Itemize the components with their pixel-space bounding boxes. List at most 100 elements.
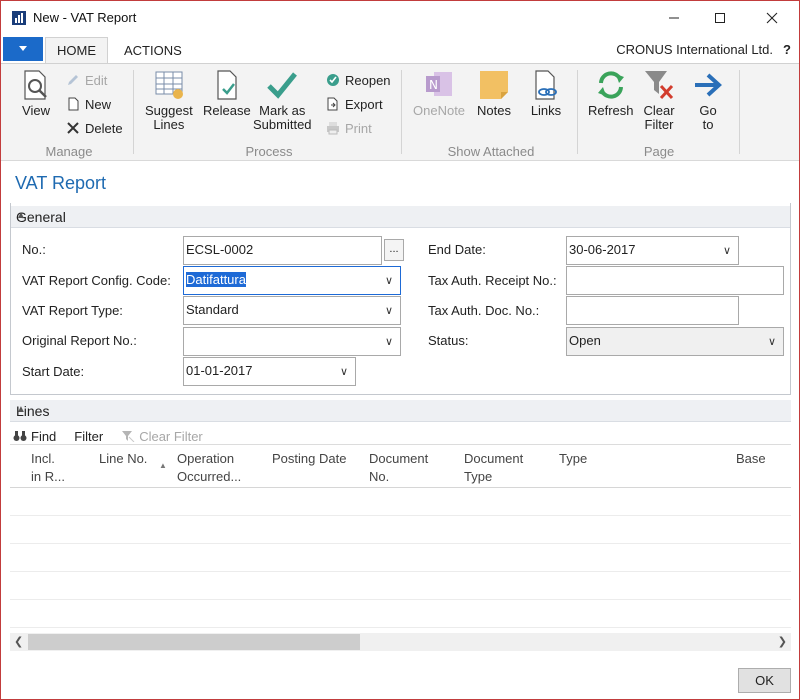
grid-separator	[10, 543, 791, 544]
export-button[interactable]: Export	[325, 94, 383, 114]
reopen-icon	[327, 74, 339, 86]
end-date-value: 30-06-2017	[569, 242, 636, 257]
no-value: ECSL-0002	[186, 242, 254, 257]
minimize-button[interactable]	[651, 1, 697, 35]
arrow-right-icon	[695, 73, 722, 97]
find-button[interactable]: Find	[13, 429, 56, 444]
tax-auth-doc-field[interactable]	[566, 296, 739, 325]
lines-toolbar: Find Filter Clear Filter	[13, 427, 221, 445]
column-header-incl[interactable]: Incl. in R...	[31, 450, 65, 486]
reopen-button[interactable]: Reopen	[325, 70, 391, 90]
status-field[interactable]: Open ∨	[566, 327, 784, 356]
scroll-right-icon[interactable]: ❯	[778, 635, 787, 648]
suggest-lines-label: Suggest Lines	[145, 103, 193, 132]
window-title: New - VAT Report	[33, 10, 137, 25]
pencil-icon	[68, 75, 78, 85]
onenote-label: OneNote	[413, 103, 466, 118]
notes-label: Notes	[477, 103, 511, 118]
chevron-down-icon[interactable]: ∨	[385, 335, 393, 348]
clear-filter-icon	[645, 71, 674, 100]
scrollbar-thumb[interactable]	[28, 634, 360, 650]
chevron-down-icon[interactable]: ∨	[385, 304, 393, 317]
clear-filter-lines-button[interactable]: Clear Filter	[121, 429, 203, 444]
release-label: Release	[203, 103, 251, 118]
no-field[interactable]: ECSL-0002	[183, 236, 382, 265]
ok-button[interactable]: OK	[738, 668, 791, 693]
horizontal-scrollbar[interactable]: ❮ ❯	[10, 633, 791, 651]
application-menu-button[interactable]	[3, 37, 43, 61]
config-code-label: VAT Report Config. Code:	[22, 273, 171, 288]
go-to-button[interactable]: Go to	[691, 68, 725, 132]
links-button[interactable]: Links	[529, 68, 563, 118]
company-name: CRONUS International Ltd.	[616, 42, 773, 57]
tab-actions[interactable]: ACTIONS	[113, 37, 193, 63]
column-header-base[interactable]: Base	[736, 450, 766, 468]
delete-x-icon	[67, 122, 79, 134]
caret-down-icon	[19, 46, 27, 51]
ribbon-tab-strip: HOME ACTIONS CRONUS International Ltd. ?	[1, 37, 799, 63]
release-icon	[217, 70, 237, 100]
column-header-document-no[interactable]: Document No.	[369, 450, 428, 486]
edit-button[interactable]: Edit	[65, 70, 107, 90]
sticky-note-icon	[480, 71, 508, 99]
original-report-field[interactable]: ∨	[183, 327, 401, 356]
scroll-left-icon[interactable]: ❮	[14, 635, 23, 648]
chevron-down-icon[interactable]: ∨	[340, 365, 348, 378]
links-label: Links	[530, 103, 562, 118]
refresh-button[interactable]: Refresh	[588, 68, 634, 118]
mark-as-submitted-label: Mark as Submitted	[253, 103, 312, 132]
report-type-field[interactable]: Standard ∨	[183, 296, 401, 325]
tax-auth-receipt-field[interactable]	[566, 266, 784, 295]
config-code-value: Datifattura	[186, 272, 246, 287]
group-label-process: Process	[245, 144, 293, 159]
release-button[interactable]: Release	[203, 68, 251, 118]
notes-button[interactable]: Notes	[477, 68, 511, 118]
suggest-lines-button[interactable]: Suggest Lines	[145, 68, 193, 132]
view-icon	[24, 70, 47, 100]
svg-text:N: N	[429, 78, 438, 92]
new-label: New	[85, 96, 112, 112]
group-label-show-attached: Show Attached	[447, 144, 535, 159]
group-separator	[739, 70, 740, 154]
filter-button[interactable]: Filter	[74, 429, 103, 444]
end-date-field[interactable]: 30-06-2017 ∨	[566, 236, 739, 265]
chevron-down-icon[interactable]: ∨	[385, 274, 393, 287]
delete-button[interactable]: Delete	[65, 118, 123, 138]
print-button[interactable]: Print	[325, 118, 372, 138]
start-date-field[interactable]: 01-01-2017 ∨	[183, 357, 356, 386]
chevron-down-icon[interactable]: ∨	[768, 335, 776, 348]
group-label-page: Page	[643, 144, 675, 159]
column-header-document-type[interactable]: Document Type	[464, 450, 523, 486]
group-separator	[401, 70, 402, 154]
onenote-icon: N	[426, 72, 453, 96]
new-button[interactable]: New	[65, 94, 111, 114]
close-icon	[766, 12, 778, 24]
reopen-label: Reopen	[345, 72, 391, 88]
help-icon[interactable]: ?	[783, 42, 791, 57]
page-title: VAT Report	[15, 173, 107, 193]
maximize-button[interactable]	[697, 1, 743, 35]
clear-filter-label: Clear Filter	[643, 103, 675, 132]
lines-section-header[interactable]: Lines ▲	[10, 400, 791, 422]
chevron-down-icon[interactable]: ∨	[723, 244, 731, 257]
collapse-icon[interactable]: ▲	[16, 404, 783, 415]
onenote-button[interactable]: N OneNote	[413, 68, 465, 118]
tab-home[interactable]: HOME	[45, 37, 108, 63]
link-document-icon	[535, 70, 557, 100]
view-button[interactable]: View	[19, 68, 53, 118]
grid-separator	[10, 487, 791, 488]
column-header-operation-occurred[interactable]: Operation Occurred...	[177, 450, 241, 486]
mark-as-submitted-button[interactable]: Mark as Submitted	[253, 68, 312, 132]
clear-filter-button[interactable]: Clear Filter	[642, 68, 676, 132]
column-header-posting-date[interactable]: Posting Date	[272, 450, 346, 468]
column-header-type[interactable]: Type	[559, 450, 587, 468]
print-label: Print	[345, 120, 372, 136]
column-header-line-no[interactable]: Line No.	[99, 450, 147, 468]
start-date-label: Start Date:	[22, 364, 85, 379]
new-document-icon	[68, 97, 79, 111]
close-button[interactable]	[749, 1, 795, 35]
grid-separator	[10, 444, 791, 445]
status-value: Open	[569, 333, 601, 348]
config-code-field[interactable]: Datifattura ∨	[183, 266, 401, 295]
no-assist-edit-button[interactable]: ...	[384, 239, 404, 261]
